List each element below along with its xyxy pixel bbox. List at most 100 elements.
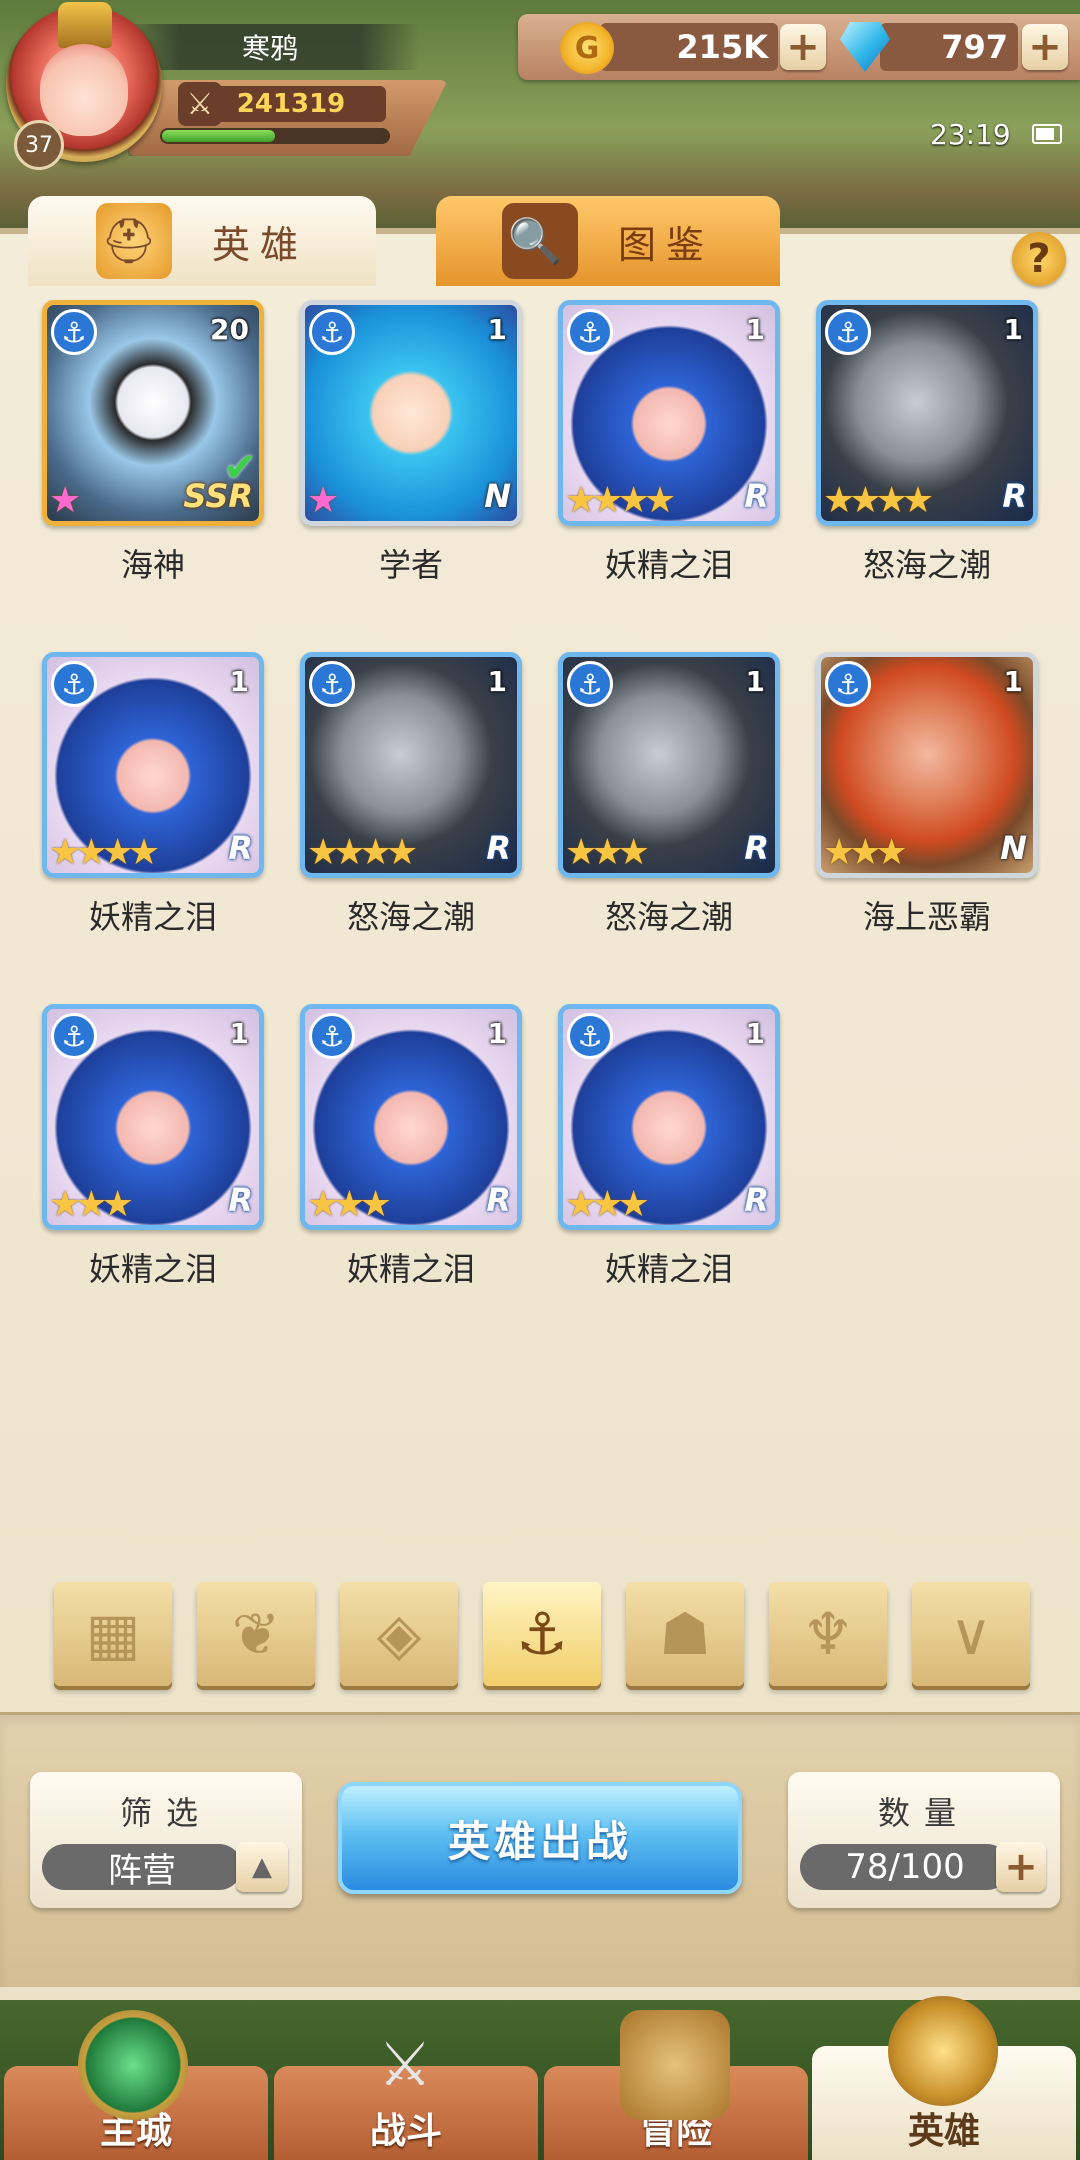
hero-count: 20 [210, 313, 249, 346]
hero-count: 1 [745, 313, 765, 346]
map-scroll-icon [620, 2010, 730, 2120]
hero-count: 1 [487, 313, 507, 346]
star-rating: ★ [307, 480, 339, 521]
hero-card[interactable]: ⚓ 1 ★★★ R [558, 1004, 780, 1230]
anchor-icon: ⚓ [51, 661, 97, 707]
filter-box: 筛选 阵营 ▲ [30, 1772, 302, 1908]
hero-card[interactable]: ⚓ 1 ★★★ N [816, 652, 1038, 878]
hero-count: 1 [229, 665, 249, 698]
hero-lion-helmet-icon [888, 1996, 998, 2106]
hero-name: 怒海之潮 [604, 898, 733, 936]
hero-name: 怒海之潮 [862, 546, 991, 584]
hero-card[interactable]: ⚓ 1 ★★★ R [42, 1004, 264, 1230]
rarity-badge: R [228, 829, 253, 867]
hero-name: 妖精之泪 [88, 898, 217, 936]
hero-card[interactable]: ⚓ 20 ★ SSR ✔ [42, 300, 264, 526]
quantity-value: 78/100 [800, 1844, 1010, 1890]
add-gems-button[interactable]: + [1022, 24, 1068, 70]
anchor-icon: ⚓ [825, 661, 871, 707]
hero-count: 1 [745, 665, 765, 698]
castle-icon [78, 2010, 188, 2120]
player-name: 寒鸦 [120, 24, 420, 70]
anchor-icon: ⚓ [567, 661, 613, 707]
anchor-icon: ⚓ [309, 1013, 355, 1059]
hero-card[interactable]: ⚓ 1 ★★★★ R [558, 300, 780, 526]
quantity-box: 数量 78/100 + [788, 1772, 1060, 1908]
tab-heroes-label: 英雄 [211, 222, 308, 267]
hero-count: 1 [745, 1017, 765, 1050]
xp-bar-fill [162, 130, 275, 142]
gold-amount: 215K [600, 23, 778, 71]
filter-value[interactable]: 阵营 [42, 1844, 242, 1891]
gold-coin-icon: G [560, 22, 614, 74]
nav-heroes-label: 英雄 [907, 2111, 980, 2152]
filter-tab-anchor-icon[interactable]: ⚓ [483, 1582, 601, 1686]
rarity-badge: R [744, 1181, 769, 1219]
hero-name: 妖精之泪 [604, 1250, 733, 1288]
filter-tab-demon-icon[interactable]: ♆ [769, 1582, 887, 1686]
tab-heroes[interactable]: ⛑ 英雄 [28, 196, 376, 286]
star-rating: ★★★★ [49, 832, 160, 873]
star-rating: ★★★ [307, 1184, 392, 1225]
filter-tab-wing-icon[interactable]: ∨ [912, 1582, 1030, 1686]
magnifier-book-icon: 🔍 [501, 203, 578, 279]
rarity-badge: N [484, 477, 511, 515]
level-badge: 37 [14, 120, 64, 170]
anchor-icon: ⚓ [567, 309, 613, 355]
crossed-swords-nav-icon: ⚔ [378, 2030, 432, 2100]
rarity-badge: R [1002, 477, 1027, 515]
hero-count: 1 [487, 1017, 507, 1050]
gem-amount: 797 [880, 23, 1018, 71]
rarity-badge: R [744, 829, 769, 867]
clock: 23:19 [930, 118, 1011, 151]
anchor-icon: ⚓ [51, 309, 97, 355]
expand-quantity-button[interactable]: + [996, 1842, 1046, 1892]
rarity-badge: R [486, 829, 511, 867]
hero-card[interactable]: ⚓ 1 ★★★★ R [42, 652, 264, 878]
hero-card[interactable]: ⚓ 1 ★★★ R [300, 1004, 522, 1230]
filter-label: 筛选 [119, 1794, 212, 1832]
filter-tab-diamond-icon[interactable]: ◈ [340, 1582, 458, 1686]
anchor-icon: ⚓ [825, 309, 871, 355]
filter-toggle-up-icon[interactable]: ▲ [236, 1842, 288, 1892]
star-rating: ★★★ [49, 1184, 134, 1225]
anchor-icon: ⚓ [567, 1013, 613, 1059]
add-gold-button[interactable]: + [780, 24, 826, 70]
star-rating: ★★★★ [565, 480, 676, 521]
anchor-icon: ⚓ [309, 661, 355, 707]
anchor-icon: ⚓ [51, 1013, 97, 1059]
hero-name: 怒海之潮 [346, 898, 475, 936]
hero-card[interactable]: ⚓ 1 ★★★★ R [300, 652, 522, 878]
hero-card[interactable]: ⚓ 1 ★★★★ R [816, 300, 1038, 526]
hero-card[interactable]: ⚓ 1 ★★★ R [558, 652, 780, 878]
anchor-icon: ⚓ [309, 309, 355, 355]
rarity-badge: N [1000, 829, 1027, 867]
quantity-label: 数量 [877, 1794, 970, 1832]
star-rating: ★★★★ [823, 480, 934, 521]
hero-deploy-button[interactable]: 英雄出战 [338, 1782, 742, 1894]
filter-tab-beast-icon[interactable]: ☗ [626, 1582, 744, 1686]
rarity-badge: R [744, 477, 769, 515]
crossed-swords-icon: ⚔ [178, 82, 222, 126]
hero-name: 海上恶霸 [862, 898, 991, 936]
star-rating: ★ [49, 480, 81, 521]
filter-tab-leaf-icon[interactable]: ❦ [197, 1582, 315, 1686]
star-rating: ★★★ [823, 832, 908, 873]
star-rating: ★★★ [565, 1184, 650, 1225]
hero-name: 学者 [378, 546, 443, 584]
star-rating: ★★★ [565, 832, 650, 873]
hero-count: 1 [1003, 665, 1023, 698]
tab-codex[interactable]: 🔍 图鉴 [436, 196, 780, 286]
help-icon[interactable]: ? [1012, 232, 1066, 286]
hero-name: 妖精之泪 [88, 1250, 217, 1288]
filter-tab-grid-icon[interactable]: ▦ [54, 1582, 172, 1686]
hero-count: 1 [1003, 313, 1023, 346]
hero-count: 1 [487, 665, 507, 698]
hero-helmet-icon: ⛑ [95, 203, 172, 279]
star-rating: ★★★★ [307, 832, 418, 873]
helmet-icon [58, 2, 112, 48]
rarity-badge: R [486, 1181, 511, 1219]
hero-card[interactable]: ⚓ 1 ★ N [300, 300, 522, 526]
battery-level [1036, 128, 1054, 140]
selected-check-icon: ✔ [223, 445, 257, 491]
